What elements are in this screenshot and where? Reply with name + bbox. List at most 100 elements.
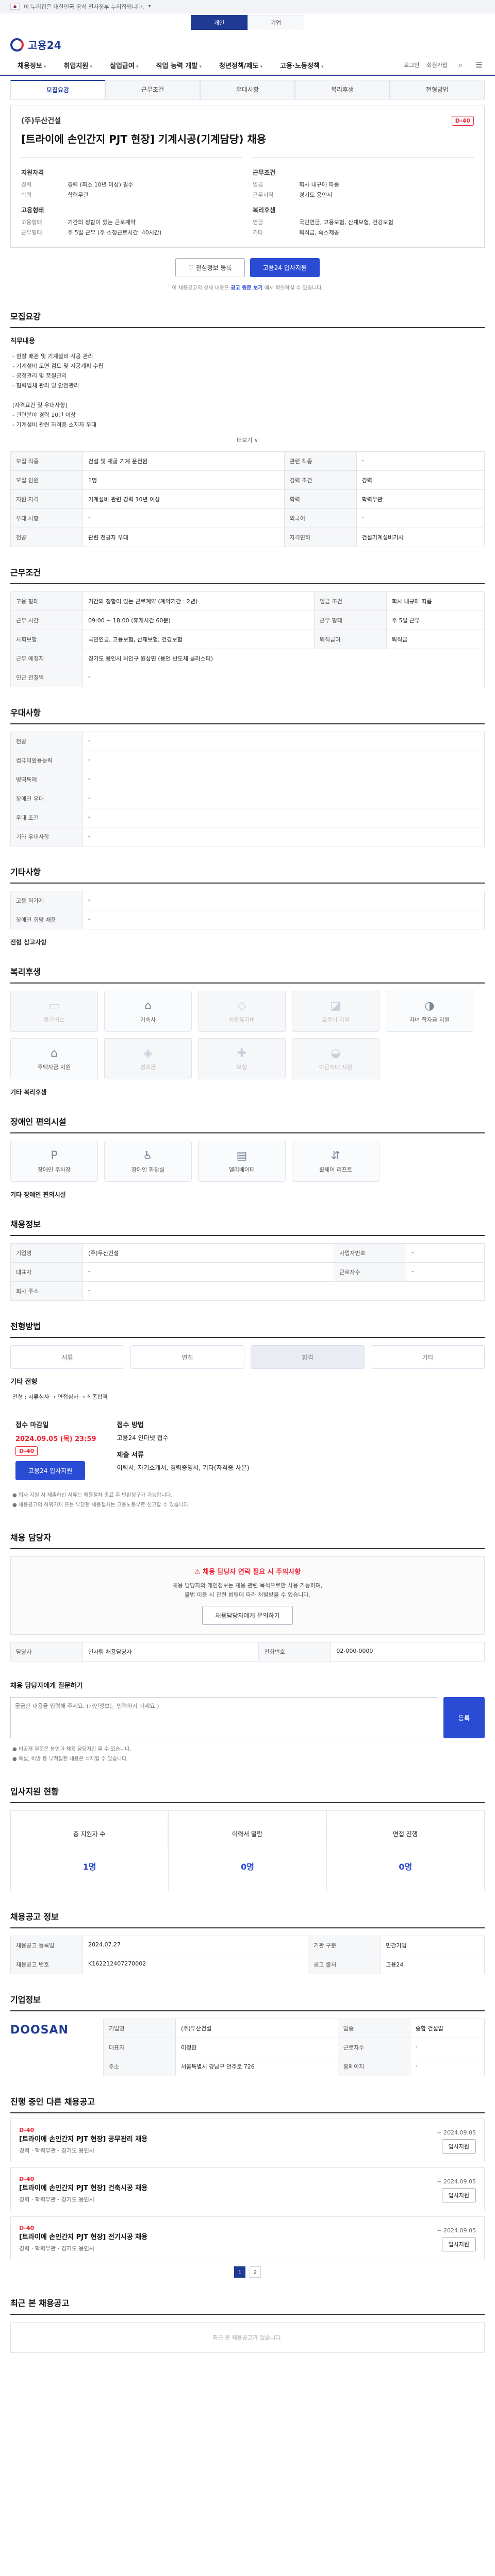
tab-pref[interactable]: 우대사항 (200, 80, 295, 99)
th: 관련 직종 (284, 451, 357, 471)
nav-item-training[interactable]: 직업 능력 개발 (149, 60, 209, 70)
kv-key: 근무지역 (253, 192, 274, 198)
gov-banner: 이 누리집은 대한민국 공식 전자정부 누리집입니다. ▾ (0, 0, 495, 13)
dday-badge: D-40 (19, 2176, 35, 2182)
td: 기계설비 관련 경력 10년 이상 (82, 489, 285, 509)
banner-toggle[interactable]: ▾ (148, 4, 151, 9)
kv-value: 경기도 용인시 (299, 192, 333, 198)
dday-badge: D-40 (19, 2127, 35, 2133)
company-info-section: 채용정보 기업명 (주)두산건설 사업자번호 - 대표자 - 근로자수 - 회사 주소 - (10, 1217, 485, 1301)
docs-value: 이력서, 자기소개서, 경력증명서, 기타(자격증 사본) (117, 1464, 250, 1471)
welfare-heading: 복리후생 (253, 207, 276, 214)
benefit-item: ◇ 차량유지비 (198, 991, 286, 1032)
th: 기업명 (103, 2019, 176, 2038)
tab-welfare[interactable]: 복리후생 (295, 80, 390, 99)
pref-section: 우대사항 전공 - 컴퓨터활용능력 - 병역특례 - 장애인 우대 - 우대 조건 - 기… (10, 706, 485, 846)
section-title: 기업정보 (10, 1993, 485, 2011)
td: - (82, 827, 485, 846)
benefit-icon: ▭ (48, 999, 60, 1012)
benefit-icon: ◑ (424, 999, 435, 1012)
job-apply-button[interactable]: 입사지원 (441, 2237, 476, 2251)
benefit-item: ♿ 장애인 화장실 (104, 1141, 192, 1182)
apply-button-2[interactable]: 고용24 입사지원 (15, 1461, 86, 1480)
td: - (82, 751, 485, 770)
kv-value: 경력 (최소 10년 이상) 필수 (68, 181, 134, 188)
th: 전화번호 (258, 1642, 332, 1662)
td: - (409, 2057, 485, 2076)
benefit-item: P 장애인 주차장 (10, 1141, 98, 1182)
question-input[interactable] (10, 1697, 438, 1738)
td: 기간의 정함이 있는 근로계약 (계약기간 : 2년) (82, 591, 315, 611)
th: 업종 (337, 2019, 410, 2038)
tab-recruit[interactable]: 모집요강 (10, 80, 105, 99)
benefit-item: ▭ 통근버스 (10, 991, 98, 1032)
kv-key: 기타 (253, 229, 263, 236)
company-name[interactable]: (주)두산건설 (21, 115, 61, 126)
more-button[interactable]: 더보기 ∨ (10, 436, 485, 444)
th: 전공 (10, 528, 83, 547)
section-title: 우대사항 (10, 706, 485, 724)
job-meta: 경력 · 학력무관 · 경기도 용인시 (19, 2196, 94, 2203)
td: 경력 (356, 470, 485, 490)
list-item[interactable]: D-40 [트라이에 손인간지 PJT 현장] 건축시공 채용경력 · 학력무관 … (10, 2167, 485, 2211)
contact-reveal-button[interactable]: 채용담당자에게 문의하기 (202, 1606, 293, 1625)
td: - (82, 770, 485, 789)
list-item[interactable]: D-40 [트라이에 손인간지 PJT 현장] 공무관리 채용 경력 · 학력무관 … (10, 2119, 485, 2162)
stat-label: 총 지원자 수 (11, 1820, 169, 1848)
nav-item-jobs[interactable]: 채용정보 (10, 60, 54, 70)
job-link[interactable]: [트라이에 손인간지 PJT 현장] 건축시공 채용 (19, 2182, 147, 2192)
th: 회사 주소 (10, 1281, 83, 1301)
apply-button[interactable]: 고용24 입사지원 (250, 258, 320, 277)
th: 근로자수 (334, 1262, 407, 1282)
question-submit-button[interactable]: 등록 (443, 1697, 485, 1738)
kv-value: 퇴직금, 숙소제공 (299, 229, 339, 236)
employment-heading: 고용형태 (21, 207, 44, 214)
scrap-button[interactable]: ♡ 관심정보 등록 (175, 258, 245, 277)
notice-post: 에서 확인하실 수 있습니다. (264, 285, 323, 291)
menu-icon[interactable]: ☰ (473, 59, 485, 71)
th: 고용 허가제 (10, 891, 83, 910)
other-table: 고용 허가제 - 장애인 희망 채용 - (10, 891, 485, 929)
section-title: 복리후생 (10, 965, 485, 984)
disabled-extra: 기타 장애인 편의시설 (10, 1191, 66, 1198)
td: - (82, 910, 485, 929)
signup-link[interactable]: 회원가입 (427, 61, 448, 69)
page-button[interactable]: 2 (249, 2266, 261, 2278)
search-icon[interactable]: ⌕ (455, 59, 466, 71)
benefit-label: 경조금 (140, 1063, 156, 1071)
benefit-label: 교육비 지원 (321, 1016, 350, 1023)
tab-personal[interactable]: 개인 (191, 15, 248, 30)
th: 대표자 (10, 1262, 83, 1282)
td: 2024.07.27 (82, 1936, 309, 1955)
nav-item-support[interactable]: 취업지원 (57, 60, 100, 70)
site-logo[interactable]: 고용24 (0, 30, 495, 55)
th: 근무 예정지 (10, 649, 83, 668)
login-link[interactable]: 로그인 (404, 61, 419, 69)
stat-label: 이력서 열람 (169, 1820, 326, 1848)
recruit-table: 모집 직종 건설 및 채굴 기계 운전원 관련 직종 - 모집 인원 1명 경력 조건 경력… (10, 451, 485, 547)
nav-item-benefit[interactable]: 실업급여 (103, 60, 146, 70)
tab-business[interactable]: 기업 (248, 15, 304, 30)
benefit-item: ◪ 교육비 지원 (292, 991, 380, 1032)
company-table: 기업명 (주)두산건설 사업자번호 - 대표자 - 근로자수 - 회사 주소 - (10, 1243, 485, 1301)
job-apply-button[interactable]: 입사지원 (441, 2188, 476, 2202)
section-title: 입사지원 현황 (10, 1785, 485, 1803)
job-link[interactable]: [트라이에 손인간지 PJT 현장] 전기시공 채용 (19, 2231, 147, 2241)
summary-section: 채용공고 정보 채용공고 등록일 2024.07.27 기관 구분 민간기업 채용공고… (10, 1910, 485, 1974)
job-link[interactable]: [트라이에 손인간지 PJT 현장] 공무관리 채용 (19, 2133, 147, 2143)
kv-value: 기간의 정함이 있는 근로계약 (68, 219, 136, 226)
nav-item-policy[interactable]: 고용·노동정책 (273, 60, 331, 70)
td: - (82, 1262, 335, 1282)
dday-badge: D-40 (19, 2225, 35, 2231)
deadline-row: 접수 마감일 2024.09.05 (목) 23:59 D-40 고용24 입사… (10, 1404, 485, 1488)
list-item[interactable]: D-40 [트라이에 손인간지 PJT 현장] 전기시공 채용 경력 · 학력무관 … (10, 2216, 485, 2260)
td: - (406, 1243, 485, 1263)
td: 경기도 용인시 처인구 원삼면 (용인 반도체 클러스터) (82, 649, 485, 668)
tab-process[interactable]: 전형방법 (390, 80, 485, 99)
original-link[interactable]: 공고 원문 보기 (230, 285, 262, 291)
job-apply-button[interactable]: 입사지원 (441, 2139, 476, 2154)
benefit-icon: ◈ (143, 1046, 153, 1060)
page-button[interactable]: 1 (234, 2266, 246, 2278)
nav-item-youth[interactable]: 청년정책/제도 (212, 60, 270, 70)
tab-work[interactable]: 근무조건 (105, 80, 200, 99)
